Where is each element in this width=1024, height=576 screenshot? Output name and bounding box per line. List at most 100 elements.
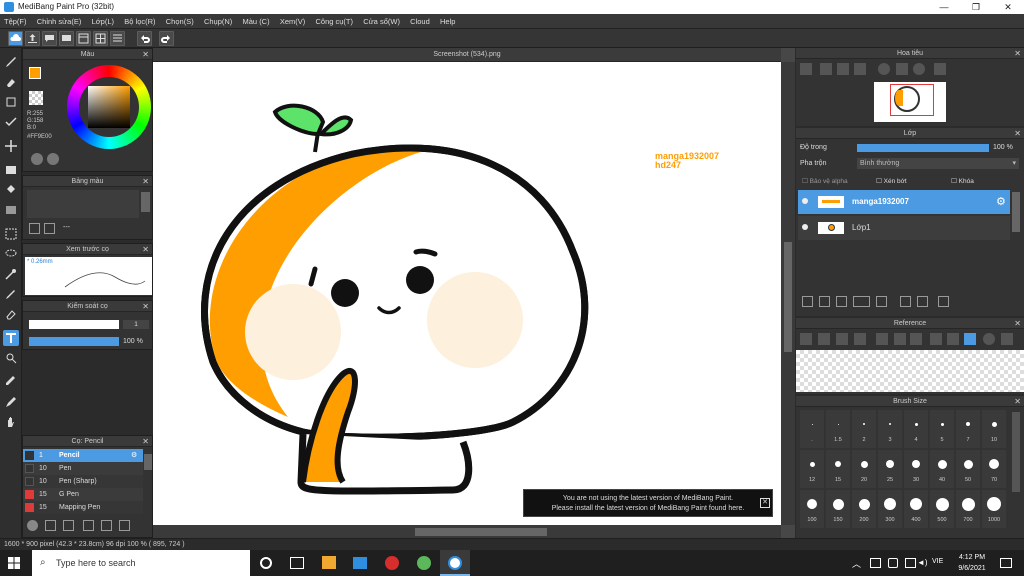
transparent-color-swatch[interactable]: [29, 91, 43, 105]
color-wheel[interactable]: [67, 65, 151, 149]
menu-help[interactable]: Help: [436, 14, 459, 29]
brush-add-icon[interactable]: [45, 520, 56, 531]
menu-select[interactable]: Chọn(S): [162, 14, 198, 29]
layer-row[interactable]: Lớp1: [798, 216, 1010, 240]
speech-icon[interactable]: [42, 31, 57, 46]
taskbar-clock[interactable]: 4:12 PM 9/6/2021: [955, 552, 989, 574]
brush-size-cell[interactable]: 700: [956, 490, 980, 528]
notification-center-icon[interactable]: [1000, 558, 1012, 568]
panel-close-icon[interactable]: ✕: [1014, 48, 1021, 59]
brush-size-cell[interactable]: 1000: [982, 490, 1006, 528]
ref-zoom-in-icon[interactable]: [876, 333, 888, 345]
panel-close-icon[interactable]: ✕: [142, 244, 149, 255]
palette-scrollbar[interactable]: [141, 192, 150, 212]
fill-rect-tool-icon[interactable]: [3, 162, 19, 178]
upload-icon[interactable]: [25, 31, 40, 46]
layer-blend-select[interactable]: Bình thường ▾: [857, 158, 1019, 169]
notification-close-icon[interactable]: ✕: [760, 498, 770, 508]
taskbar-search-box[interactable]: ⌕ Type here to search: [32, 550, 250, 576]
nav-fit-icon[interactable]: [837, 63, 849, 75]
menu-file[interactable]: Tệp(F): [0, 14, 31, 29]
brush-item[interactable]: 15 G Pen: [23, 488, 143, 501]
brush-size-cell[interactable]: 5: [930, 410, 954, 448]
battery-icon[interactable]: [888, 558, 898, 568]
menu-filter[interactable]: Bộ lọc(R): [120, 14, 159, 29]
app-green-icon[interactable]: [417, 556, 431, 570]
brush-size-cell[interactable]: 70: [982, 450, 1006, 488]
eraser-tool-icon[interactable]: [3, 74, 19, 90]
clipping-checkbox[interactable]: ☐ Xén bớt: [876, 177, 907, 185]
ref-zoom-out-icon[interactable]: [910, 333, 922, 345]
select-pen-tool-icon[interactable]: [3, 286, 19, 302]
brush-size-cell[interactable]: 30: [904, 450, 928, 488]
task-view-icon[interactable]: [290, 557, 304, 569]
grid-layout-icon[interactable]: [93, 31, 108, 46]
nav-zoom-in-icon[interactable]: [800, 63, 812, 75]
brush-item[interactable]: 15 Mapping Pen: [23, 501, 143, 514]
magic-wand-tool-icon[interactable]: [3, 266, 19, 282]
list-layout-icon[interactable]: [110, 31, 125, 46]
brush-size-cell[interactable]: 7: [956, 410, 980, 448]
brush-cloud-icon[interactable]: [27, 520, 38, 531]
opera-icon[interactable]: [385, 556, 399, 570]
brush-size-value[interactable]: 1: [123, 320, 149, 329]
brush-size-cell[interactable]: 12: [800, 450, 824, 488]
brush-size-cell[interactable]: 50: [956, 450, 980, 488]
brush-opacity-slider[interactable]: [29, 337, 119, 346]
menu-view[interactable]: Xem(V): [276, 14, 309, 29]
brush-size-cell[interactable]: 20: [852, 450, 876, 488]
network-icon[interactable]: [870, 558, 881, 568]
select-eraser-tool-icon[interactable]: [3, 306, 19, 322]
lock-checkbox[interactable]: ☐ Khóa: [951, 177, 974, 185]
nav-reset-icon[interactable]: [913, 63, 925, 75]
nav-flip-icon[interactable]: [896, 63, 908, 75]
panel-close-icon[interactable]: ✕: [1014, 318, 1021, 329]
gradient-tool-icon[interactable]: [3, 202, 19, 218]
cortana-icon[interactable]: [260, 557, 272, 569]
primary-color-swatch[interactable]: [29, 67, 41, 79]
brush-size-cell[interactable]: 2: [852, 410, 876, 448]
brush-folder-icon[interactable]: [101, 520, 112, 531]
store-icon[interactable]: [322, 556, 336, 569]
nav-zoom-out-icon[interactable]: [854, 63, 866, 75]
duplicate-layer-icon[interactable]: [900, 296, 911, 307]
brush-size-cell[interactable]: 3: [878, 410, 902, 448]
brush-item[interactable]: 10 Pen (Sharp): [23, 475, 143, 488]
layer-visibility-icon[interactable]: [802, 198, 808, 204]
nav-rotate-icon[interactable]: [878, 63, 890, 75]
move-tool-icon[interactable]: [3, 138, 19, 154]
brush-size-cell[interactable]: 25: [878, 450, 902, 488]
brush-item[interactable]: 1 Pencil ⚙: [23, 449, 143, 462]
comment-icon[interactable]: [59, 31, 74, 46]
brush-add-menu-icon[interactable]: [63, 520, 74, 531]
brush-size-cell[interactable]: 15: [826, 450, 850, 488]
new-halftone-layer-icon[interactable]: [819, 296, 830, 307]
panel-close-icon[interactable]: ✕: [142, 49, 149, 60]
merge-layer-icon[interactable]: [917, 296, 928, 307]
brush-size-cell[interactable]: 400: [904, 490, 928, 528]
brush-size-cell[interactable]: 200: [852, 490, 876, 528]
brush-size-cell[interactable]: 300: [878, 490, 902, 528]
pen-tool-icon[interactable]: [3, 394, 19, 410]
redo-icon[interactable]: [159, 31, 174, 46]
reference-image-area[interactable]: [796, 350, 1024, 392]
ref-fit-icon[interactable]: [894, 333, 906, 345]
brush-size-cell[interactable]: 10: [982, 410, 1006, 448]
protect-alpha-checkbox[interactable]: ☐ Bảo vệ alpha: [802, 177, 848, 185]
layer-row[interactable]: manga1932007 ⚙: [798, 190, 1010, 214]
windows-start-icon[interactable]: [8, 557, 20, 569]
bucket-tool-icon[interactable]: [3, 182, 19, 198]
brush-size-scrollbar[interactable]: [1012, 412, 1020, 492]
brush-size-cell[interactable]: 1.5: [826, 410, 850, 448]
brush-size-cell[interactable]: 500: [930, 490, 954, 528]
ref-pen-icon[interactable]: [947, 333, 959, 345]
canvas-horizontal-scrollbar[interactable]: [153, 525, 781, 538]
lasso-tool-icon[interactable]: [3, 246, 19, 262]
color-picker-icon[interactable]: [31, 153, 43, 165]
cloud-icon[interactable]: [8, 31, 23, 46]
brush-list-scrollbar[interactable]: [144, 454, 152, 470]
mail-icon[interactable]: [353, 557, 367, 569]
palette-swatch-area[interactable]: [27, 190, 139, 218]
ref-flip-icon[interactable]: [1001, 333, 1013, 345]
volume-icon[interactable]: ◄): [917, 558, 928, 567]
